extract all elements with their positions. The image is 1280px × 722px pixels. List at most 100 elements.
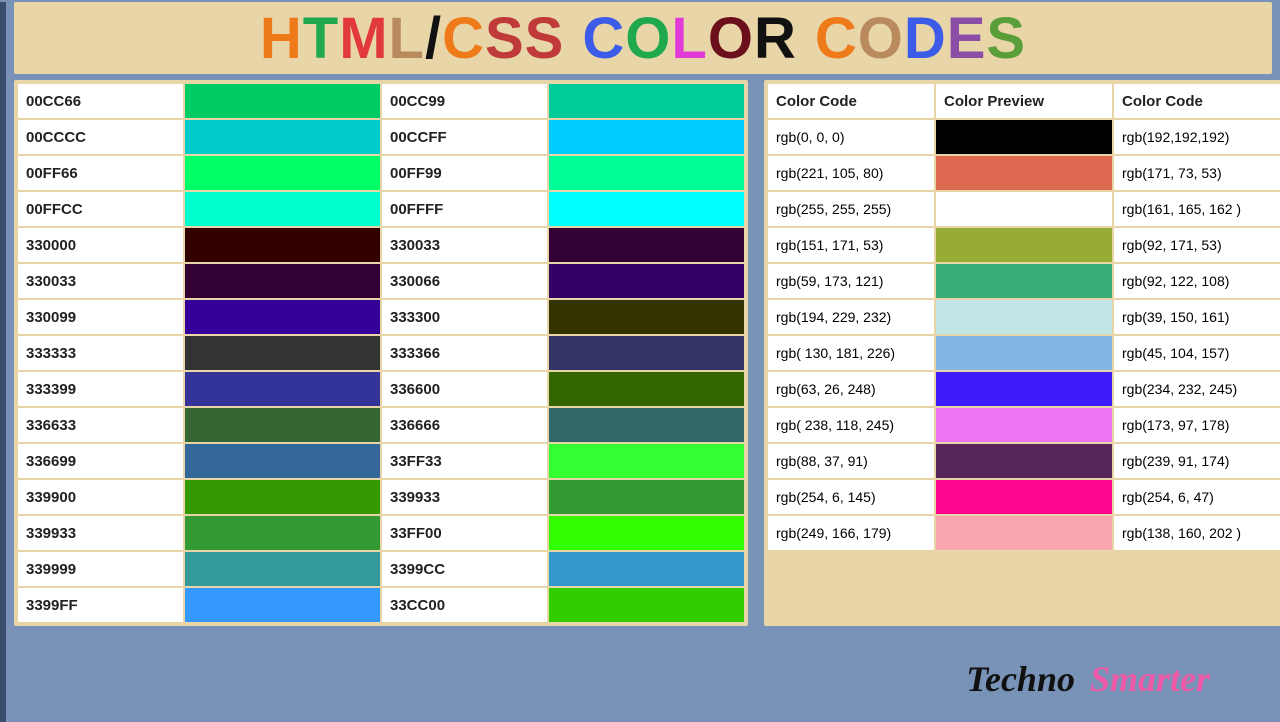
rgb-swatch bbox=[936, 480, 1112, 514]
rgb-code-cell: rgb(92, 171, 53) bbox=[1114, 228, 1280, 262]
hex-code-cell: 330033 bbox=[382, 228, 547, 262]
hex-code-cell: 3399CC bbox=[382, 552, 547, 586]
title-letter: C bbox=[442, 5, 485, 72]
rgb-code-cell: rgb(234, 232, 245) bbox=[1114, 372, 1280, 406]
title-letter: S bbox=[485, 5, 525, 72]
rgb-code-cell: rgb(194, 229, 232) bbox=[768, 300, 934, 334]
hex-swatch bbox=[185, 120, 380, 154]
hex-code-cell: 330033 bbox=[18, 264, 183, 298]
rgb-code-cell: rgb( 130, 181, 226) bbox=[768, 336, 934, 370]
rgb-code-cell: rgb(192,192,192) bbox=[1114, 120, 1280, 154]
hex-swatch bbox=[549, 228, 744, 262]
rgb-code-cell: rgb(0, 0, 0) bbox=[768, 120, 934, 154]
hex-swatch bbox=[185, 336, 380, 370]
title-letter: C bbox=[815, 5, 858, 72]
hex-swatch bbox=[549, 192, 744, 226]
hex-swatch bbox=[549, 84, 744, 118]
title-letter: O bbox=[708, 5, 754, 72]
title-letter: M bbox=[339, 5, 388, 72]
rgb-swatch bbox=[936, 336, 1112, 370]
hex-code-cell: 00FF66 bbox=[18, 156, 183, 190]
title-letter: L bbox=[389, 5, 425, 72]
hex-swatch bbox=[185, 408, 380, 442]
hex-swatch bbox=[549, 300, 744, 334]
title-letter: L bbox=[671, 5, 707, 72]
hex-code-cell: 330099 bbox=[18, 300, 183, 334]
rgb-code-cell: rgb(151, 171, 53) bbox=[768, 228, 934, 262]
rgb-swatch bbox=[936, 408, 1112, 442]
hex-code-cell: 333300 bbox=[382, 300, 547, 334]
title-letter: S bbox=[525, 5, 565, 72]
title-letter: S bbox=[986, 5, 1026, 72]
hex-swatch bbox=[185, 300, 380, 334]
hex-code-cell: 336633 bbox=[18, 408, 183, 442]
hex-swatch bbox=[185, 552, 380, 586]
page-title: HTML/CSS COLOR CODES bbox=[14, 2, 1272, 74]
rgb-code-cell: rgb(39, 150, 161) bbox=[1114, 300, 1280, 334]
hex-code-cell: 333333 bbox=[18, 336, 183, 370]
footer-part-1: Techno bbox=[966, 659, 1075, 699]
rgb-swatch bbox=[936, 372, 1112, 406]
hex-swatch bbox=[549, 120, 744, 154]
hex-code-cell: 336699 bbox=[18, 444, 183, 478]
rgb-code-cell: rgb(254, 6, 47) bbox=[1114, 480, 1280, 514]
title-letter: O bbox=[858, 5, 904, 72]
hex-swatch bbox=[549, 444, 744, 478]
rgb-swatch bbox=[936, 300, 1112, 334]
rgb-code-cell: rgb(138, 160, 202 ) bbox=[1114, 516, 1280, 550]
rgb-code-cell: rgb(88, 37, 91) bbox=[768, 444, 934, 478]
hex-swatch bbox=[185, 480, 380, 514]
hex-code-cell: 00CCFF bbox=[382, 120, 547, 154]
hex-code-cell: 330066 bbox=[382, 264, 547, 298]
hex-grid: 00CC6600CC9900CCCC00CCFF00FF6600FF9900FF… bbox=[18, 84, 744, 622]
hex-swatch bbox=[549, 336, 744, 370]
hex-code-cell: 339999 bbox=[18, 552, 183, 586]
hex-code-cell: 339933 bbox=[18, 516, 183, 550]
hex-swatch bbox=[185, 264, 380, 298]
hex-code-cell: 00FF99 bbox=[382, 156, 547, 190]
hex-swatch bbox=[549, 552, 744, 586]
rgb-swatch bbox=[936, 228, 1112, 262]
title-letter: D bbox=[904, 5, 947, 72]
hex-code-cell: 00CCCC bbox=[18, 120, 183, 154]
hex-code-cell: 339900 bbox=[18, 480, 183, 514]
title-letter: E bbox=[947, 5, 987, 72]
rgb-swatch bbox=[936, 264, 1112, 298]
hex-code-cell: 33FF33 bbox=[382, 444, 547, 478]
hex-swatch bbox=[549, 480, 744, 514]
title-letter: O bbox=[625, 5, 671, 72]
rgb-swatch bbox=[936, 516, 1112, 550]
title-letter: T bbox=[303, 5, 339, 72]
hex-swatch bbox=[185, 156, 380, 190]
hex-code-cell: 330000 bbox=[18, 228, 183, 262]
hex-swatch bbox=[549, 372, 744, 406]
hex-code-cell: 333366 bbox=[382, 336, 547, 370]
content-area: 00CC6600CC9900CCCC00CCFF00FF6600FF9900FF… bbox=[6, 80, 1280, 626]
hex-swatch bbox=[549, 588, 744, 622]
hex-panel: 00CC6600CC9900CCCC00CCFF00FF6600FF9900FF… bbox=[14, 80, 748, 626]
rgb-panel: Color Code Color Preview Color Code rgb(… bbox=[764, 80, 1280, 626]
rgb-header-1: Color Code bbox=[768, 84, 934, 118]
hex-code-cell: 33FF00 bbox=[382, 516, 547, 550]
rgb-header-3: Color Code bbox=[1114, 84, 1280, 118]
hex-swatch bbox=[549, 516, 744, 550]
rgb-code-cell: rgb(254, 6, 145) bbox=[768, 480, 934, 514]
footer-brand: Techno Smarter bbox=[966, 658, 1210, 700]
footer-part-2: Smarter bbox=[1090, 659, 1210, 699]
rgb-code-cell: rgb(173, 97, 178) bbox=[1114, 408, 1280, 442]
hex-swatch bbox=[549, 156, 744, 190]
hex-swatch bbox=[549, 408, 744, 442]
rgb-code-cell: rgb(255, 255, 255) bbox=[768, 192, 934, 226]
rgb-swatch bbox=[936, 156, 1112, 190]
hex-code-cell: 3399FF bbox=[18, 588, 183, 622]
hex-code-cell: 00FFFF bbox=[382, 192, 547, 226]
title-letter: R bbox=[754, 5, 797, 72]
hex-code-cell: 00FFCC bbox=[18, 192, 183, 226]
hex-swatch bbox=[185, 444, 380, 478]
hex-swatch bbox=[185, 588, 380, 622]
hex-code-cell: 00CC99 bbox=[382, 84, 547, 118]
hex-swatch bbox=[185, 192, 380, 226]
rgb-swatch bbox=[936, 192, 1112, 226]
rgb-code-cell: rgb(63, 26, 248) bbox=[768, 372, 934, 406]
hex-swatch bbox=[185, 228, 380, 262]
